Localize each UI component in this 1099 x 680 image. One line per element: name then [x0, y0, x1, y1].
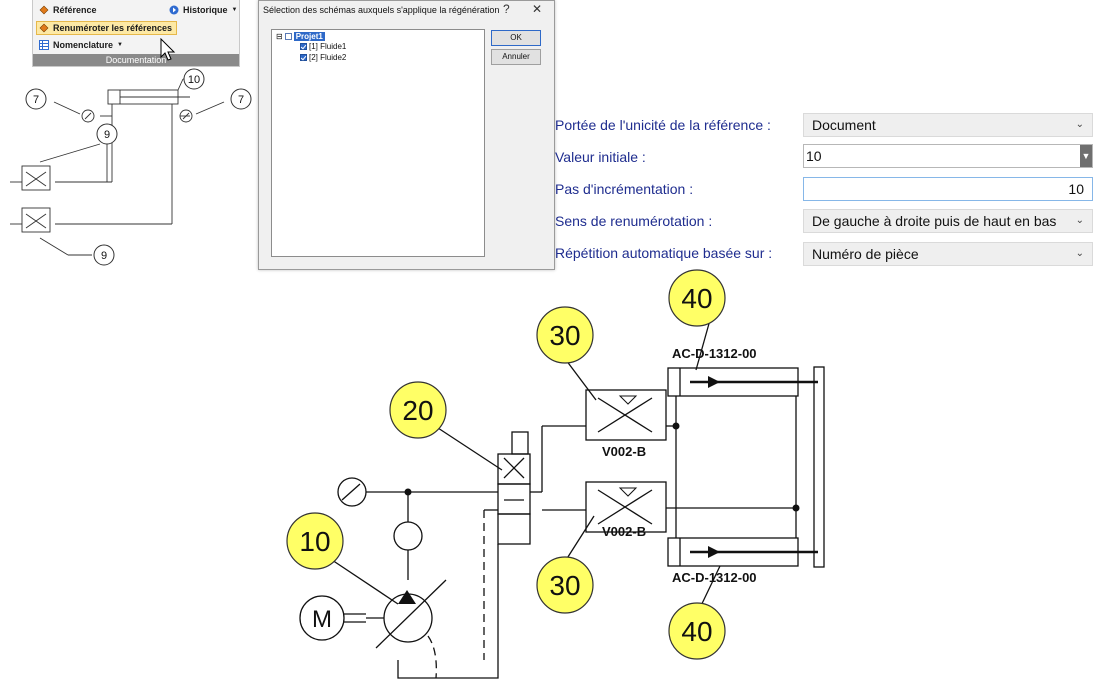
- balloon-text: 30: [549, 570, 580, 601]
- initial-value-label: Valeur initiale :: [555, 149, 646, 165]
- check-valve-top: [585, 389, 667, 441]
- project-label: Projet1: [293, 32, 325, 41]
- reference-label: Référence: [53, 5, 97, 15]
- tree-node-fluide2[interactable]: [2] Fluide2: [300, 53, 346, 62]
- small-valve-2: [21, 207, 51, 233]
- help-button[interactable]: ?: [503, 2, 510, 16]
- uniqueness-scope-value: Document: [812, 117, 876, 133]
- tree-node-fluide1[interactable]: [1] Fluide1: [300, 42, 346, 51]
- fluide2-label: [2] Fluide2: [309, 53, 347, 62]
- part-label: AC-D-1312-00: [672, 346, 757, 361]
- balloon-text: 40: [681, 616, 712, 647]
- tree-node-project[interactable]: ⊟ Projet1: [276, 32, 325, 41]
- renumber-direction-select[interactable]: De gauche à droite puis de haut en bas ⌄: [803, 209, 1093, 233]
- part-label: AC-D-1312-00: [672, 570, 757, 585]
- reference-button[interactable]: Référence: [39, 5, 97, 15]
- chevron-down-icon: ⌄: [1075, 248, 1084, 259]
- small-valve-1: [21, 165, 51, 191]
- cylinder-bottom: [667, 537, 799, 567]
- balloon-text: 10: [299, 526, 330, 557]
- chevron-down-icon: ▼: [231, 7, 238, 13]
- small-schematic: 10 7 7 9 9: [10, 68, 252, 266]
- increment-step-input[interactable]: 10: [803, 177, 1093, 201]
- collapse-icon[interactable]: ⊟: [276, 32, 283, 41]
- renumber-label: Renuméroter les références: [53, 23, 173, 33]
- fluide1-checkbox[interactable]: [300, 43, 307, 50]
- small-balloon-text: 9: [101, 250, 107, 262]
- fluide2-checkbox[interactable]: [300, 54, 307, 61]
- close-button[interactable]: ✕: [532, 2, 542, 16]
- schema-selection-dialog: Sélection des schémas auxquels s'appliqu…: [258, 0, 555, 270]
- initial-value-input[interactable]: 10 ▼: [803, 144, 1093, 168]
- uniqueness-scope-label: Portée de l'unicité de la référence :: [555, 117, 771, 133]
- uniqueness-scope-select[interactable]: Document ⌄: [803, 113, 1093, 137]
- small-balloon-text: 7: [33, 94, 39, 106]
- cancel-button[interactable]: Annuler: [491, 49, 541, 65]
- history-button[interactable]: Historique ▼: [169, 5, 237, 15]
- balloon-text: 20: [402, 395, 433, 426]
- chevron-down-icon: ▼: [117, 42, 123, 48]
- fluide1-label: [1] Fluide1: [309, 42, 347, 51]
- renumber-references-button[interactable]: Renuméroter les références: [36, 21, 178, 35]
- small-balloon-text: 7: [238, 94, 244, 106]
- directional-valve-mid: [497, 483, 531, 515]
- spin-down-icon[interactable]: ▼: [1080, 145, 1092, 167]
- pump: [383, 593, 433, 643]
- history-icon: [169, 5, 179, 15]
- ok-button[interactable]: OK: [491, 30, 541, 46]
- balloon-30-bottom: [536, 556, 594, 614]
- directional-valve-bot: [497, 513, 531, 545]
- motor-letter: M: [312, 606, 332, 633]
- auto-repeat-value: Numéro de pièce: [812, 246, 919, 262]
- chevron-down-icon: ⌄: [1075, 119, 1084, 130]
- balloon-10: [286, 512, 344, 570]
- chevron-down-icon: ⌄: [1071, 210, 1084, 232]
- project-checkbox[interactable]: [284, 33, 292, 40]
- bom-label: Nomenclature: [53, 40, 114, 50]
- table-icon: [39, 40, 49, 50]
- history-label: Historique: [183, 5, 228, 15]
- balloon-40-top: [668, 269, 726, 327]
- mouse-cursor-icon: [160, 38, 176, 61]
- renumber-direction-value: De gauche à droite puis de haut en bas: [812, 213, 1057, 229]
- initial-value: 10: [806, 148, 822, 164]
- auto-repeat-label: Répétition automatique basée sur :: [555, 245, 773, 261]
- ribbon-documentation-group: Référence Historique ▼ Renuméroter les r…: [32, 0, 240, 67]
- balloon-20: [389, 381, 447, 439]
- auto-repeat-select[interactable]: Numéro de pièce ⌄: [803, 242, 1093, 266]
- cylinder-top: [667, 367, 799, 397]
- directional-valve-top: [497, 453, 531, 485]
- small-balloon-text: 9: [104, 129, 110, 141]
- rack: [813, 366, 825, 568]
- renumber-icon: [39, 23, 49, 33]
- balloon-text: 40: [681, 283, 712, 314]
- renumber-direction-label: Sens de renumérotation :: [555, 213, 713, 229]
- part-label: V002-B: [602, 444, 646, 459]
- increment-step-label: Pas d'incrémentation :: [555, 181, 694, 197]
- part-label: V002-B: [602, 524, 646, 539]
- pressure-gauge: [337, 477, 367, 507]
- bom-button[interactable]: Nomenclature ▼: [39, 40, 123, 50]
- check-valve-bottom: [585, 481, 667, 533]
- reference-icon: [39, 5, 49, 15]
- dialog-title: Sélection des schémas auxquels s'appliqu…: [263, 5, 500, 15]
- motor: [299, 595, 345, 641]
- balloon-40-bottom: [668, 602, 726, 660]
- small-balloon-text: 10: [188, 74, 200, 86]
- balloon-30-top: [536, 306, 594, 364]
- schema-tree: ⊟ Projet1 [1] Fluide1 [2] Fluide2: [271, 29, 485, 257]
- balloon-text: 30: [549, 320, 580, 351]
- flow-meter: [393, 521, 423, 551]
